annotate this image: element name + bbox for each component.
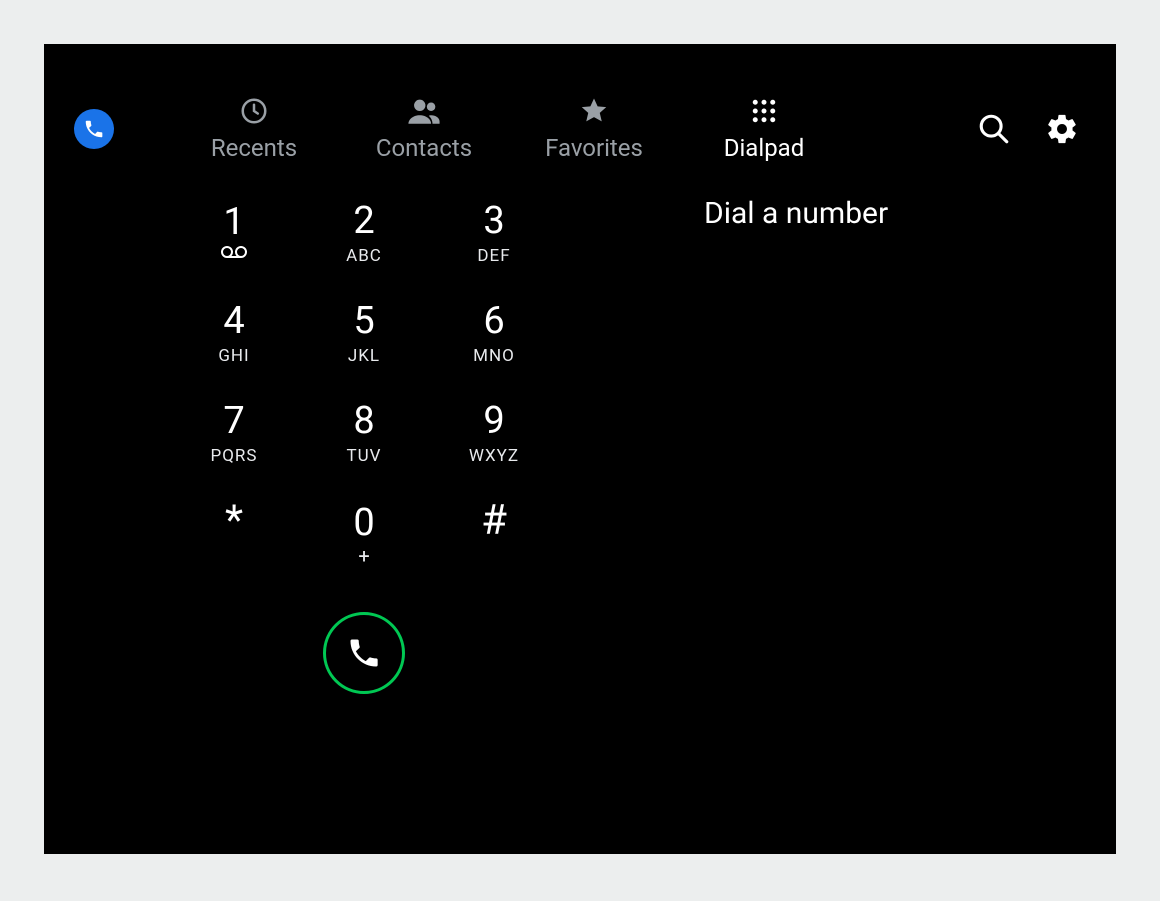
key-2[interactable]: 2 ABC	[299, 184, 429, 284]
letters: MNO	[473, 346, 515, 366]
phone-icon	[346, 635, 382, 671]
digit: 4	[223, 302, 244, 340]
dial-placeholder: Dial a number	[704, 196, 1116, 231]
letters: TUV	[347, 446, 382, 466]
key-4[interactable]: 4 GHI	[169, 284, 299, 384]
digit: #	[481, 500, 507, 542]
key-6[interactable]: 6 MNO	[429, 284, 559, 384]
digit: 0	[353, 504, 374, 542]
tab-favorites[interactable]: Favorites	[509, 96, 679, 162]
digit: 1	[223, 203, 244, 241]
letters: WXYZ	[469, 446, 519, 466]
key-9[interactable]: 9 WXYZ	[429, 384, 559, 484]
key-3[interactable]: 3 DEF	[429, 184, 559, 284]
header: Recents Contacts	[44, 44, 1116, 184]
letters: ABC	[346, 246, 382, 266]
dialpad-grid-icon	[749, 96, 779, 126]
letters: DEF	[477, 246, 510, 266]
main-body: 1 2 ABC 3 DEF 4 GHI 5 JKL	[44, 184, 1116, 704]
digit: 6	[483, 302, 504, 340]
tab-label: Favorites	[545, 134, 643, 162]
letters: PQRS	[211, 446, 258, 466]
tab-contacts[interactable]: Contacts	[339, 96, 509, 162]
gear-icon	[1045, 112, 1079, 146]
call-button[interactable]	[323, 612, 405, 694]
search-icon	[977, 112, 1011, 146]
number-display-pane: Dial a number	[594, 184, 1116, 704]
digit: 3	[483, 202, 504, 240]
dialpad: 1 2 ABC 3 DEF 4 GHI 5 JKL	[134, 184, 594, 704]
digit: 7	[223, 402, 244, 440]
header-actions	[976, 111, 1080, 147]
phone-icon	[83, 118, 105, 140]
clock-icon	[239, 96, 269, 126]
digit: 2	[353, 202, 374, 240]
digit: 5	[353, 302, 374, 340]
key-8[interactable]: 8 TUV	[299, 384, 429, 484]
phone-app-screen: Recents Contacts	[44, 44, 1116, 854]
key-7[interactable]: 7 PQRS	[169, 384, 299, 484]
tab-label: Contacts	[376, 134, 472, 162]
letters: JKL	[348, 346, 380, 366]
digit: 8	[353, 402, 374, 440]
key-1[interactable]: 1	[169, 184, 299, 284]
key-5[interactable]: 5 JKL	[299, 284, 429, 384]
phone-app-icon	[74, 109, 114, 149]
star-icon	[579, 96, 609, 126]
settings-button[interactable]	[1044, 111, 1080, 147]
letters: GHI	[218, 346, 249, 366]
search-button[interactable]	[976, 111, 1012, 147]
tab-label: Recents	[211, 134, 297, 162]
tab-dialpad[interactable]: Dialpad	[679, 96, 849, 162]
letters: +	[358, 544, 369, 564]
tab-recents[interactable]: Recents	[169, 96, 339, 162]
digit: *	[225, 500, 243, 542]
key-0[interactable]: 0 +	[299, 484, 429, 584]
key-hash[interactable]: #	[429, 484, 559, 584]
tab-label: Dialpad	[724, 134, 805, 162]
nav-tabs: Recents Contacts	[169, 96, 849, 162]
digit: 9	[483, 402, 504, 440]
key-star[interactable]: *	[169, 484, 299, 584]
voicemail-icon	[221, 245, 247, 265]
people-icon	[407, 96, 441, 126]
